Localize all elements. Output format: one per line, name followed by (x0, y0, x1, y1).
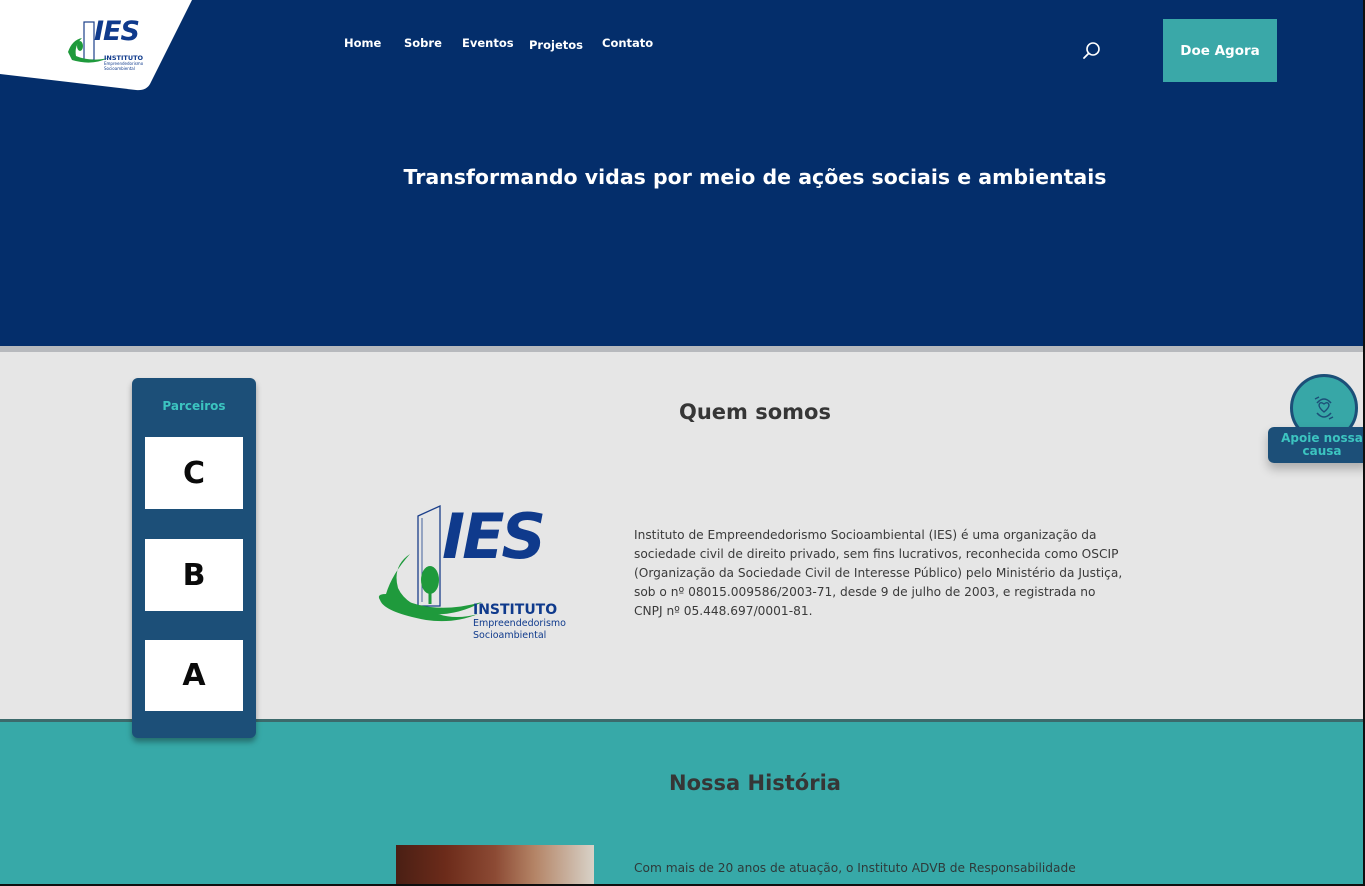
history-title: Nossa História (669, 771, 841, 795)
partner-card-c[interactable]: C (145, 437, 243, 509)
nav-home[interactable]: Home (344, 36, 381, 50)
history-text: Com mais de 20 anos de atuação, o Instit… (634, 861, 1076, 875)
header-logo[interactable]: IES INSTITUTO Empreendedorismo Socioambi… (0, 0, 200, 94)
logo-badge-shape (0, 0, 192, 91)
partners-panel: Parceiros C B A (132, 378, 256, 738)
partner-card-a[interactable]: A (145, 640, 243, 711)
page: IES INSTITUTO Empreendedorismo Socioambi… (0, 0, 1363, 884)
ies-logo-line3: Socioambiental (473, 630, 547, 641)
ies-logo-mark: IES (442, 500, 546, 573)
nav-projetos[interactable]: Projetos (529, 38, 583, 52)
hero-divider (0, 346, 1363, 352)
ies-logo: IES INSTITUTO Empreendedorismo Socioambi… (374, 500, 584, 644)
support-widget[interactable]: Apoie nossa causa (1268, 374, 1363, 464)
logo-mark: IES (94, 16, 140, 47)
about-title: Quem somos (679, 400, 831, 424)
search-icon[interactable] (1082, 40, 1102, 62)
nav-eventos[interactable]: Eventos (462, 36, 514, 50)
about-text: Instituto de Empreendedorismo Socioambie… (634, 528, 1123, 618)
hero-title: Transformando vidas por meio de ações so… (403, 165, 1107, 189)
hero-section: IES INSTITUTO Empreendedorismo Socioambi… (0, 0, 1363, 346)
logo-line3: Socioambiental (104, 66, 135, 71)
donate-button[interactable]: Doe Agora (1163, 19, 1277, 82)
partner-card-b[interactable]: B (145, 539, 243, 611)
nav-sobre[interactable]: Sobre (404, 36, 442, 50)
nav-contato[interactable]: Contato (602, 36, 653, 50)
ies-logo-line1: INSTITUTO (473, 602, 558, 618)
partners-title: Parceiros (162, 399, 226, 413)
ies-logo-line2: Empreendedorismo (473, 618, 566, 629)
history-photo (396, 845, 594, 884)
support-label[interactable]: Apoie nossa causa (1268, 427, 1363, 463)
